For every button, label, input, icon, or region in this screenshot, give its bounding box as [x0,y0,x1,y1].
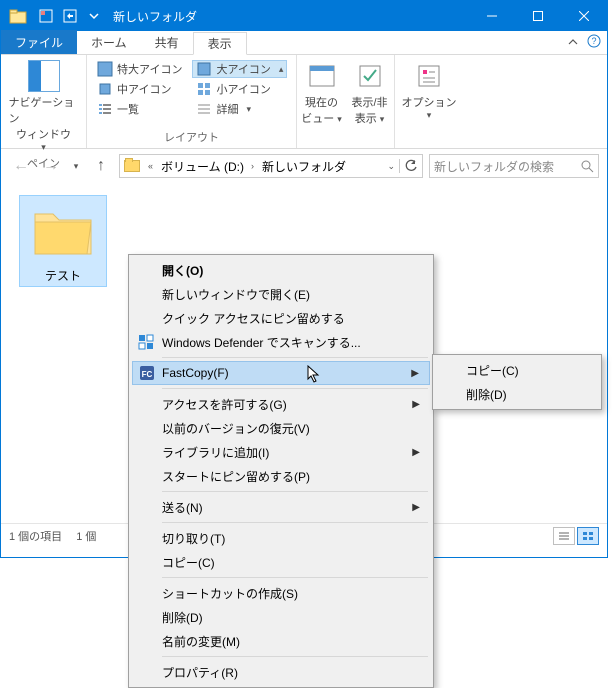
qat-customize[interactable] [83,5,105,27]
ctx-delete[interactable]: 削除(D) [132,605,430,629]
address-bar-row: ← → ▾ ↑ « ボリューム (D:)› 新しいフォルダ ⌄ 新しいフォルダの… [1,149,607,183]
tab-file[interactable]: ファイル [1,30,77,54]
ctx-send-to[interactable]: 送る(N)▶ [132,495,430,519]
ctx-copy[interactable]: コピー(C) [132,550,430,574]
folder-icon [31,200,95,264]
window-controls [469,1,607,31]
status-selected: 1 個 [76,528,96,544]
ribbon-tabs: ファイル ホーム 共有 表示 ? [1,31,607,55]
quick-access-toolbar [35,5,105,27]
layout-medium[interactable]: 中アイコン [93,80,186,98]
qat-new-folder[interactable] [59,5,81,27]
show-hide-button[interactable]: 表示/非表示 ▾ [346,58,394,126]
help-icon[interactable]: ? [587,34,601,53]
ctx-restore-versions[interactable]: 以前のバージョンの復元(V) [132,416,430,440]
submenu-arrow-icon: ▶ [412,399,420,410]
address-dropdown-icon[interactable]: ⌄ [387,161,395,172]
forward-button[interactable]: → [39,154,63,178]
search-input[interactable]: 新しいフォルダの検索 [429,154,599,178]
layout-large[interactable]: 大アイコン▴ [192,60,287,78]
qat-properties[interactable] [35,5,57,27]
ribbon: ナビゲーション ウィンドウ ▾ ペイン 特大アイコン 大アイコン▴ 中アイコン … [1,55,607,149]
layout-list[interactable]: 一覧 [93,100,186,118]
tab-view[interactable]: 表示 [193,32,247,55]
back-button[interactable]: ← [9,154,33,178]
ctx-grant-access[interactable]: アクセスを許可する(G)▶ [132,392,430,416]
layout-small[interactable]: 小アイコン [192,80,287,98]
separator [162,491,428,492]
submenu-arrow-icon: ▶ [412,447,420,458]
status-count: 1 個の項目 [9,528,62,544]
chevron-down-icon: ▾ [41,142,46,153]
folder-label: テスト [24,267,102,284]
view-details-button[interactable] [553,527,575,545]
sub-delete[interactable]: 削除(D) [436,382,598,406]
fastcopy-icon: FC [139,365,155,381]
nav-pane-button[interactable]: ナビゲーション ウィンドウ ▾ [9,58,79,153]
up-button[interactable]: ↑ [89,154,113,178]
cursor-icon [307,365,323,386]
ctx-create-shortcut[interactable]: ショートカットの作成(S) [132,581,430,605]
ctx-rename[interactable]: 名前の変更(M) [132,629,430,653]
defender-icon [138,334,154,350]
maximize-button[interactable] [515,1,561,31]
svg-text:?: ? [591,36,596,46]
svg-text:FC: FC [142,370,153,379]
view-icons-button[interactable] [577,527,599,545]
tab-share[interactable]: 共有 [141,31,193,54]
context-submenu: コピー(C) 削除(D) [432,354,602,410]
tab-home[interactable]: ホーム [77,31,141,54]
separator [162,656,428,657]
minimize-button[interactable] [469,1,515,31]
separator [162,522,428,523]
context-menu: 開く(O) 新しいウィンドウで開く(E) クイック アクセスにピン留めする Wi… [128,254,434,688]
ctx-add-library[interactable]: ライブラリに追加(I)▶ [132,440,430,464]
app-icon [9,7,27,25]
layout-extra-large[interactable]: 特大アイコン [93,60,186,78]
ctx-cut[interactable]: 切り取り(T) [132,526,430,550]
layout-details[interactable]: 詳細▾ [192,100,287,118]
sub-copy[interactable]: コピー(C) [436,358,598,382]
separator [162,357,428,358]
ctx-defender-scan[interactable]: Windows Defender でスキャンする... [132,330,430,354]
submenu-arrow-icon: ▶ [412,502,420,513]
refresh-icon[interactable] [404,159,418,173]
window-title: 新しいフォルダ [113,8,469,25]
ctx-pin-start[interactable]: スタートにピン留めする(P) [132,464,430,488]
search-icon [580,159,594,173]
submenu-arrow-icon: ▶ [411,368,419,379]
close-button[interactable] [561,1,607,31]
address-bar[interactable]: « ボリューム (D:)› 新しいフォルダ ⌄ [119,154,423,178]
current-view-button[interactable]: 現在のビュー ▾ [298,58,346,126]
ctx-properties[interactable]: プロパティ(R) [132,660,430,684]
recent-dropdown[interactable]: ▾ [69,154,83,178]
ctx-fastcopy[interactable]: FC FastCopy(F) ▶ [132,361,430,385]
ctx-open-new-window[interactable]: 新しいウィンドウで開く(E) [132,282,430,306]
separator [162,577,428,578]
options-button[interactable]: オプション ▾ [401,58,457,121]
folder-icon [124,160,140,172]
separator [162,388,428,389]
ctx-pin-quick-access[interactable]: クイック アクセスにピン留めする [132,306,430,330]
ctx-open[interactable]: 開く(O) [132,258,430,282]
titlebar: 新しいフォルダ [1,1,607,31]
folder-item[interactable]: テスト [19,195,107,287]
ribbon-collapse-icon[interactable] [567,35,579,53]
